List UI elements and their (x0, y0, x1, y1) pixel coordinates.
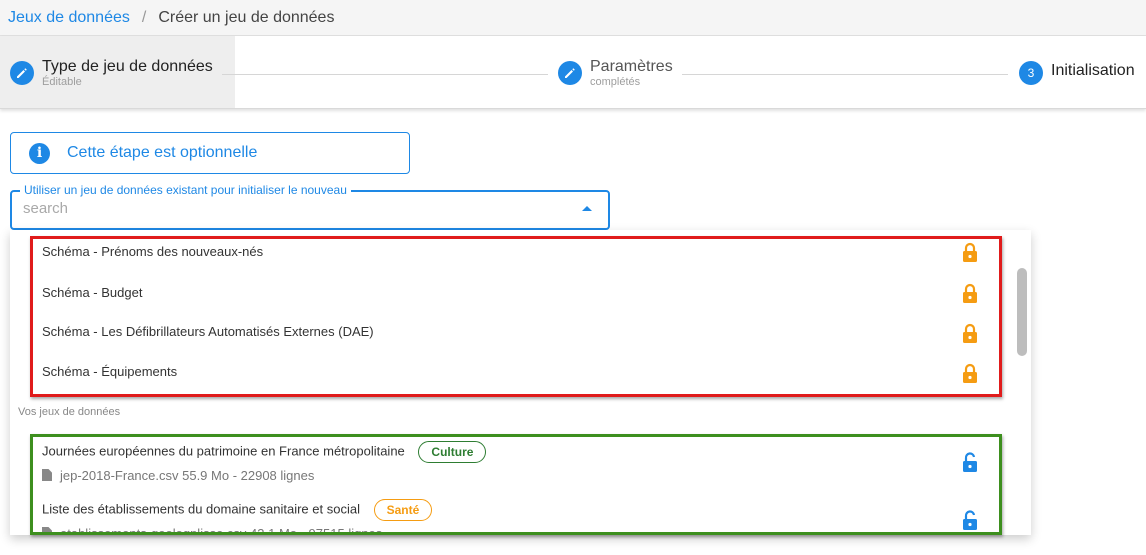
stepper-divider (222, 74, 548, 75)
step-title: Paramètres (590, 58, 673, 75)
step-dataset-type[interactable]: Type de jeu de données Éditable (10, 58, 213, 88)
step-subtitle: Éditable (42, 76, 82, 88)
breadcrumb-current: Créer un jeu de données (158, 8, 335, 26)
step-title: Type de jeu de données (42, 58, 213, 75)
alert-text: Cette étape est optionnelle (67, 144, 258, 161)
highlight-box-schemas (30, 236, 1002, 397)
stepper-divider (682, 74, 1008, 75)
dataset-autocomplete[interactable]: Utiliser un jeu de données existant pour… (10, 183, 610, 230)
scrollbar-thumb[interactable] (1017, 268, 1027, 356)
info-icon: i (29, 142, 50, 164)
search-input[interactable] (23, 200, 563, 217)
step-parameters[interactable]: Paramètres complétés (558, 58, 673, 88)
breadcrumb-link-datasets[interactable]: Jeux de données (8, 9, 130, 27)
breadcrumb: Jeux de données / Créer un jeu de donnée… (0, 0, 1146, 36)
pencil-icon (10, 61, 34, 85)
step-title: Initialisation (1051, 62, 1135, 79)
highlight-box-datasets (30, 434, 1002, 535)
step-number-badge: 3 (1019, 61, 1043, 85)
pencil-icon (558, 61, 582, 85)
caret-up-icon[interactable] (582, 206, 592, 211)
menu-subheader: Vos jeux de données (18, 406, 121, 418)
step-initialisation[interactable]: 3 Initialisation (1019, 58, 1135, 85)
optional-step-alert: i Cette étape est optionnelle (10, 132, 410, 174)
step-subtitle: complétés (590, 76, 641, 88)
autocomplete-label: Utiliser un jeu de données existant pour… (20, 183, 351, 197)
stepper: Type de jeu de données Éditable Paramètr… (0, 36, 1146, 109)
breadcrumb-separator: / (141, 8, 147, 26)
